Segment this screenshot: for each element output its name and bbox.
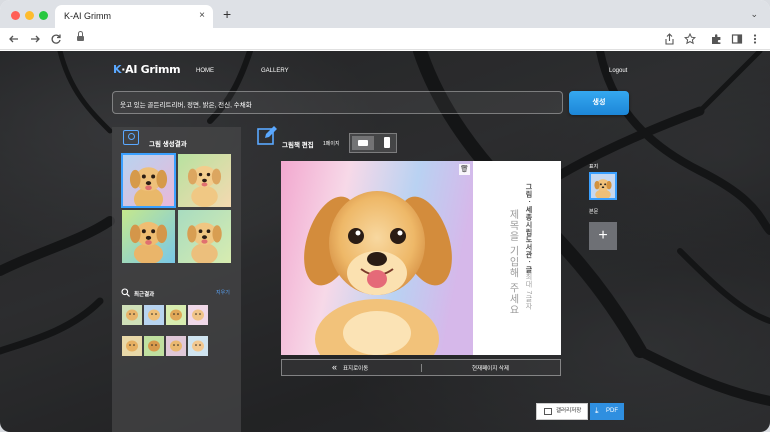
orientation-toggle: [349, 133, 397, 153]
browser-toolbar: [0, 28, 770, 50]
browser-tab[interactable]: K-AI Grimm ×: [55, 5, 213, 28]
bookmark-star-icon[interactable]: [684, 33, 696, 45]
tab-strip: K-AI Grimm × + ⌄: [0, 0, 770, 28]
clear-recent-link[interactable]: 지우기: [216, 289, 230, 296]
delete-page-button[interactable]: 현재페이지 삭제: [472, 364, 509, 372]
app-page: K·AI Grimm HOME GALLERY Logout 웃고 있는 골든리…: [0, 51, 770, 432]
logo-k: K: [113, 63, 122, 76]
pdf-download-button[interactable]: ⤓ PDF: [590, 403, 624, 420]
result-thumbnail[interactable]: [178, 154, 231, 207]
result-thumbnail[interactable]: [121, 153, 176, 208]
book-cover-page: 🗑 제목을 기입해 주세요 그림 · 세종시립도서관 · 글 최대 7글자: [281, 161, 561, 355]
new-tab-button[interactable]: +: [223, 6, 231, 22]
generate-button[interactable]: 생성: [569, 91, 629, 115]
recent-thumbnail[interactable]: [188, 305, 208, 325]
cover-author-hint: 최대 7글자: [525, 273, 532, 310]
go-to-cover-button[interactable]: 표지로이동: [343, 364, 368, 372]
page-count: 1페이지: [323, 141, 340, 147]
save-to-gallery-button[interactable]: 갤러리저장: [536, 403, 588, 420]
back-arrow-icon[interactable]: [8, 33, 20, 45]
more-menu-icon[interactable]: [752, 33, 758, 45]
body-label: 본문: [589, 209, 599, 215]
forward-arrow-icon[interactable]: [29, 33, 41, 45]
prompt-input[interactable]: 웃고 있는 골든리트리버, 정면, 밝은, 전신, 수채화: [112, 91, 563, 114]
gallery-icon: [544, 408, 552, 415]
page-action-bar: « 표지로이동 현재페이지 삭제: [281, 359, 561, 376]
site-logo[interactable]: K·AI Grimm: [113, 63, 181, 76]
recent-thumbnail[interactable]: [122, 336, 142, 356]
logout-link[interactable]: Logout: [609, 68, 627, 74]
lock-icon[interactable]: [77, 31, 84, 42]
maximize-window-button[interactable]: [39, 11, 48, 20]
cover-title-placeholder[interactable]: 제목을 기입해 주세요: [505, 209, 520, 316]
logo-text: ·AI Grimm: [121, 63, 181, 76]
recent-thumbnail[interactable]: [188, 336, 208, 356]
extensions-icon[interactable]: [710, 33, 722, 45]
side-panel-icon[interactable]: [731, 33, 743, 45]
cover-author-text[interactable]: 그림 · 세종시립도서관 · 글: [523, 183, 533, 273]
recent-results-title: 최근결과: [134, 292, 155, 298]
recent-thumbnail[interactable]: [166, 336, 186, 356]
result-thumbnail[interactable]: [122, 210, 175, 263]
share-icon[interactable]: [664, 33, 675, 45]
cover-page-thumbnail[interactable]: [589, 172, 617, 200]
tab-search-icon[interactable]: ⌄: [750, 9, 758, 20]
reload-icon[interactable]: [50, 33, 62, 45]
close-window-button[interactable]: [11, 11, 20, 20]
cover-illustration[interactable]: [281, 161, 473, 355]
pdf-label: PDF: [606, 408, 618, 414]
cover-label: 표지: [589, 164, 599, 170]
tab-title: K-AI Grimm: [64, 11, 111, 21]
tab-close-icon[interactable]: ×: [199, 10, 205, 21]
nav-gallery-link[interactable]: GALLERY: [261, 68, 289, 74]
delete-image-icon[interactable]: 🗑: [459, 164, 470, 175]
result-thumbnail[interactable]: [178, 210, 231, 263]
save-to-gallery-label: 갤러리저장: [556, 408, 582, 414]
results-title: 그림 생성결과: [149, 141, 187, 148]
edit-pencil-icon: [257, 126, 277, 145]
landscape-icon[interactable]: [352, 136, 374, 150]
recent-thumbnail[interactable]: [144, 305, 164, 325]
recent-thumbnail[interactable]: [166, 305, 186, 325]
download-icon: ⤓: [595, 406, 599, 415]
browser-window: K-AI Grimm × + ⌄ K·AI Grimm HOME GALLERY…: [0, 0, 770, 432]
nav-home-link[interactable]: HOME: [196, 68, 214, 74]
recent-thumbnail[interactable]: [122, 305, 142, 325]
editor-title: 그림책 편집: [282, 142, 314, 149]
results-panel: 그림 생성결과 최근결과 지우기: [112, 127, 241, 432]
image-search-icon: [123, 130, 139, 145]
divider: [421, 364, 422, 372]
minimize-window-button[interactable]: [25, 11, 34, 20]
add-page-button[interactable]: +: [589, 222, 617, 250]
double-chevron-left-icon: «: [332, 362, 338, 372]
prompt-input-value: 웃고 있는 골든리트리버, 정면, 밝은, 전신, 수채화: [120, 102, 252, 109]
search-icon: [121, 288, 130, 297]
recent-thumbnail[interactable]: [144, 336, 164, 356]
